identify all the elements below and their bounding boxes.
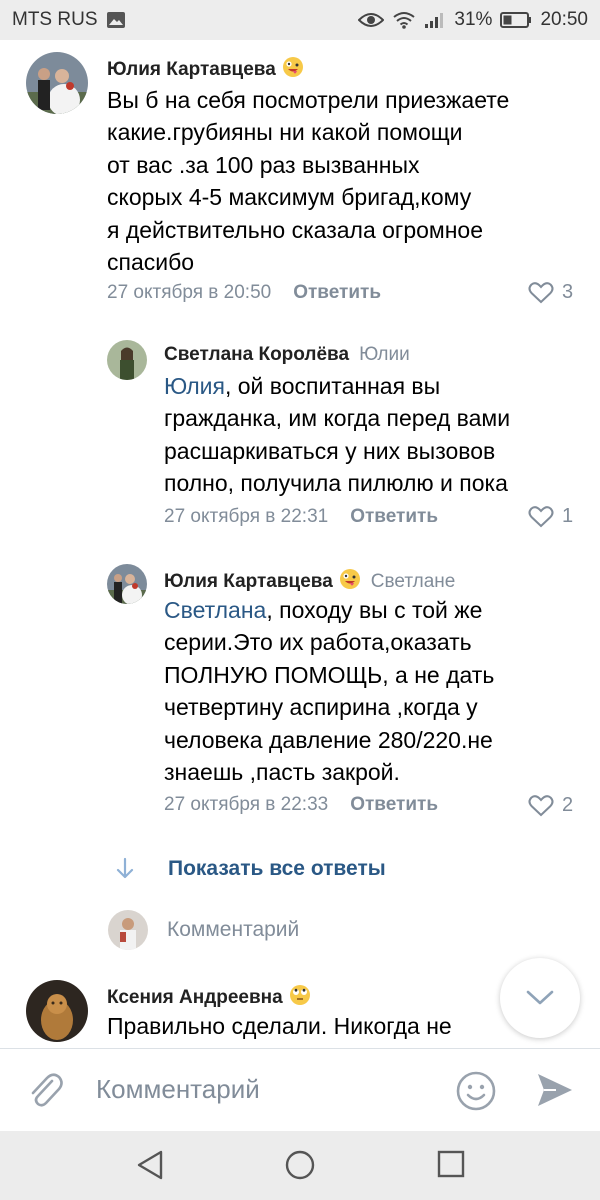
comment-text: Светлана, походу вы с той же серии.Это и… — [164, 597, 495, 786]
reply-to-label[interactable]: Юлии — [359, 344, 410, 365]
comment-text: Правильно сделали. Никогда не — [107, 1013, 452, 1039]
smile-icon — [456, 1071, 496, 1111]
home-circle-icon — [285, 1150, 315, 1180]
paperclip-icon — [31, 1073, 63, 1107]
arrow-down-icon — [116, 857, 134, 879]
gallery-icon — [106, 11, 126, 29]
emoji-button[interactable] — [455, 1070, 497, 1117]
like-count: 2 — [562, 794, 574, 816]
reply-button[interactable]: Ответить — [293, 282, 381, 304]
attach-button[interactable] — [26, 1069, 64, 1114]
comment: Светлана Королёва Юлии Юлия, ой воспитанн… — [0, 330, 600, 550]
reply-button[interactable]: Ответить — [350, 794, 438, 816]
scroll-down-button[interactable] — [500, 958, 580, 1038]
heart-icon — [528, 794, 554, 816]
comment: Юлия Картавцева Вы б на себя посмотрели … — [0, 40, 600, 320]
comment-date: 27 октября в 22:33 — [164, 794, 329, 815]
eye-icon — [358, 11, 385, 29]
signal-icon — [424, 11, 446, 29]
author-name[interactable]: Юлия Картавцева Светлане — [164, 568, 455, 596]
avatar[interactable] — [107, 564, 147, 604]
battery-icon — [500, 11, 532, 29]
like-button[interactable]: 2 — [528, 794, 573, 817]
comment: Юлия Картавцева Светлане Светлана, походу… — [0, 554, 600, 834]
battery-percent: 31% — [454, 9, 493, 30]
avatar[interactable] — [26, 52, 88, 114]
like-count: 1 — [562, 505, 574, 527]
home-button[interactable] — [284, 1149, 316, 1186]
comment-text: Вы б на себя посмотрели приезжаете какие… — [107, 87, 510, 276]
current-user-avatar — [108, 910, 148, 950]
author-name[interactable]: Юлия Картавцева — [107, 56, 304, 84]
zany-face-icon — [339, 568, 361, 596]
clock: 20:50 — [540, 9, 588, 30]
heart-icon — [528, 281, 554, 303]
comment-date: 27 октября в 20:50 — [107, 282, 272, 303]
send-button[interactable] — [536, 1072, 574, 1113]
send-icon — [538, 1074, 572, 1106]
comment-text: Юлия, ой воспитанная вы гражданка, им ко… — [164, 373, 511, 497]
system-nav-bar — [0, 1131, 600, 1200]
back-button[interactable] — [135, 1149, 165, 1186]
reply-button[interactable]: Ответить — [350, 506, 438, 528]
author-name[interactable]: Ксения Андреевна — [107, 984, 311, 1012]
status-bar: MTS RUS 31% 20:50 — [0, 0, 600, 40]
chevron-down-icon — [526, 990, 554, 1005]
recents-square-icon — [437, 1150, 465, 1178]
mention-link[interactable]: Юлия — [164, 373, 225, 399]
like-button[interactable]: 3 — [528, 281, 573, 304]
comment-date: 27 октября в 22:31 — [164, 506, 329, 527]
avatar[interactable] — [107, 340, 147, 380]
recents-button[interactable] — [436, 1149, 466, 1184]
author-name[interactable]: Светлана Королёва Юлии — [164, 344, 410, 366]
reply-field-placeholder: Комментарий — [167, 918, 300, 941]
rolling-eyes-face-icon — [289, 984, 311, 1012]
wifi-icon — [392, 11, 416, 29]
reply-to-label[interactable]: Светлане — [371, 571, 456, 592]
comment-input[interactable]: Комментарий — [96, 1074, 260, 1105]
comment-composer: Комментарий — [0, 1049, 600, 1131]
avatar[interactable] — [26, 980, 88, 1042]
back-triangle-icon — [137, 1150, 163, 1180]
like-button[interactable]: 1 — [528, 505, 573, 528]
zany-face-icon — [282, 56, 304, 84]
carrier-label: MTS RUS — [12, 9, 98, 30]
heart-icon — [528, 505, 554, 527]
show-all-replies-button[interactable]: Показать все ответы — [114, 856, 386, 882]
like-count: 3 — [562, 281, 574, 303]
mention-link[interactable]: Светлана — [164, 597, 266, 623]
